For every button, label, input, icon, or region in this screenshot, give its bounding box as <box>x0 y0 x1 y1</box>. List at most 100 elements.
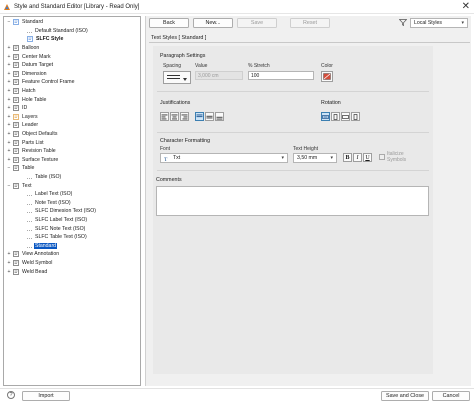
tree-item-label: SLFC Table Text (ISO) <box>35 234 87 241</box>
import-button[interactable]: Import <box>22 391 70 401</box>
style-filter-select[interactable]: Local Styles ▾ <box>410 18 468 28</box>
expand-icon[interactable]: + <box>6 114 12 120</box>
back-button[interactable]: Back <box>149 18 189 28</box>
justify-center-button[interactable] <box>170 112 179 121</box>
tree-item[interactable]: − Standard <box>6 18 44 27</box>
tree-item[interactable]: + Datum Target <box>6 61 54 70</box>
tree-item[interactable]: SLFC Style <box>20 35 64 44</box>
color-swatch-icon <box>323 73 331 80</box>
justify-right-button[interactable] <box>180 112 189 121</box>
expand-icon[interactable]: + <box>6 45 12 51</box>
app-icon <box>4 4 10 10</box>
spacing-value-field[interactable]: 3,000 cm <box>195 71 243 80</box>
tree-item[interactable]: SLFC Dimesion Text (ISO) <box>20 207 97 216</box>
tree-item[interactable]: Standard <box>20 242 58 251</box>
tree-item[interactable]: − Text <box>6 181 33 190</box>
stretch-field[interactable]: 100 <box>248 71 314 80</box>
close-icon[interactable]: ✕ <box>462 1 470 13</box>
rotation-180-button[interactable] <box>341 112 350 121</box>
italic-button[interactable]: I <box>353 153 362 162</box>
tree-item[interactable]: Table (ISO) <box>20 173 62 182</box>
tree-item[interactable]: + ID <box>6 104 28 113</box>
style-tree[interactable]: − Standard Default Standard (ISO) SLFC Styl… <box>3 16 141 386</box>
expand-icon[interactable]: + <box>6 148 12 154</box>
tree-item-label: ID <box>22 105 28 112</box>
collapse-icon[interactable]: − <box>6 183 12 189</box>
tree-item[interactable]: SLFC Note Text (ISO) <box>20 224 86 233</box>
tree-item[interactable]: Label Text (ISO) <box>20 190 73 199</box>
tree-item-label: Parts List <box>22 139 44 146</box>
expand-icon[interactable]: + <box>6 157 12 163</box>
line-spacing-button[interactable] <box>163 71 191 84</box>
rotation-270-icon <box>353 113 358 120</box>
tree-item[interactable]: + Center Mark <box>6 52 52 61</box>
standard-icon <box>13 19 19 26</box>
expand-icon[interactable]: + <box>6 54 12 60</box>
tree-item-label: Default Standard (ISO) <box>35 27 88 34</box>
expand-icon[interactable]: + <box>6 122 12 128</box>
align-right-icon <box>181 114 188 119</box>
tab-text-styles[interactable]: Text Styles [ Standard ] <box>149 33 470 43</box>
expand-icon[interactable]: + <box>6 260 12 266</box>
tree-item[interactable]: + View Annotation <box>6 250 60 259</box>
new-button[interactable]: New... <box>193 18 233 28</box>
expand-icon[interactable]: + <box>6 131 12 137</box>
valign-top-button[interactable] <box>195 112 204 121</box>
tree-item[interactable]: SLFC Table Text (ISO) <box>20 233 88 242</box>
save-button[interactable]: Save <box>237 18 277 28</box>
justify-left-button[interactable] <box>160 112 169 121</box>
color-button[interactable] <box>321 71 333 82</box>
font-select[interactable]: T Txt ▾ <box>160 153 288 163</box>
expand-icon[interactable]: + <box>6 79 12 85</box>
rotation-270-button[interactable] <box>351 112 360 121</box>
valign-middle-button[interactable] <box>205 112 214 121</box>
tree-item[interactable]: Note Text (ISO) <box>20 199 72 208</box>
expand-icon[interactable]: + <box>6 105 12 111</box>
tree-item[interactable]: + Surface Texture <box>6 156 59 165</box>
tree-item[interactable]: − Table <box>6 164 35 173</box>
tree-item[interactable]: + Parts List <box>6 138 45 147</box>
tree-item[interactable]: + Layers <box>6 113 39 122</box>
rotation-0-button[interactable] <box>321 112 330 121</box>
valign-bottom-button[interactable] <box>215 112 224 121</box>
collapse-icon[interactable]: − <box>6 165 12 171</box>
reset-button[interactable]: Reset <box>290 18 330 28</box>
tree-item[interactable]: + Revision Table <box>6 147 57 156</box>
rotation-90-button[interactable] <box>331 112 340 121</box>
bold-button[interactable]: B <box>343 153 352 162</box>
text-style-panel: Paragraph Settings Spacing Value 3,000 c… <box>153 46 433 374</box>
expand-icon[interactable]: + <box>6 269 12 275</box>
tree-item[interactable]: + Dimension <box>6 70 48 79</box>
tree-item[interactable]: Default Standard (ISO) <box>20 27 89 36</box>
rotation-heading: Rotation <box>321 100 341 106</box>
tree-item[interactable]: + Leader <box>6 121 39 130</box>
expand-icon[interactable]: + <box>6 71 12 77</box>
expand-icon[interactable]: + <box>6 140 12 146</box>
valign-bottom-icon <box>216 116 223 119</box>
paragraph-settings-heading: Paragraph Settings <box>160 53 206 59</box>
tree-item[interactable]: SLFC Label Text (ISO) <box>20 216 88 225</box>
underline-button[interactable]: U <box>363 153 372 162</box>
tree-item-label: Hatch <box>22 88 36 95</box>
cancel-button[interactable]: Cancel <box>432 391 470 401</box>
expand-icon[interactable]: + <box>6 88 12 94</box>
expand-icon[interactable]: + <box>6 251 12 257</box>
font-value: Txt <box>173 155 181 161</box>
tree-item[interactable]: + Hatch <box>6 87 37 96</box>
tree-item[interactable]: + Weld Symbol <box>6 259 53 268</box>
collapse-icon[interactable]: − <box>6 19 12 25</box>
tree-item[interactable]: + Feature Control Frame <box>6 78 75 87</box>
help-icon[interactable]: ? <box>7 391 15 399</box>
expand-icon[interactable]: + <box>6 97 12 103</box>
comments-field[interactable] <box>156 186 429 216</box>
tree-item[interactable]: + Balloon <box>6 44 40 53</box>
tree-item[interactable]: + Object Defaults <box>6 130 58 139</box>
text-height-select[interactable]: 3,50 mm ▾ <box>293 153 337 163</box>
italicize-symbols-checkbox[interactable] <box>379 154 385 160</box>
save-and-close-button[interactable]: Save and Close <box>381 391 429 401</box>
tree-item[interactable]: + Weld Bead <box>6 267 48 276</box>
tree-item[interactable]: + Hole Table <box>6 95 47 104</box>
expand-icon[interactable]: + <box>6 62 12 68</box>
